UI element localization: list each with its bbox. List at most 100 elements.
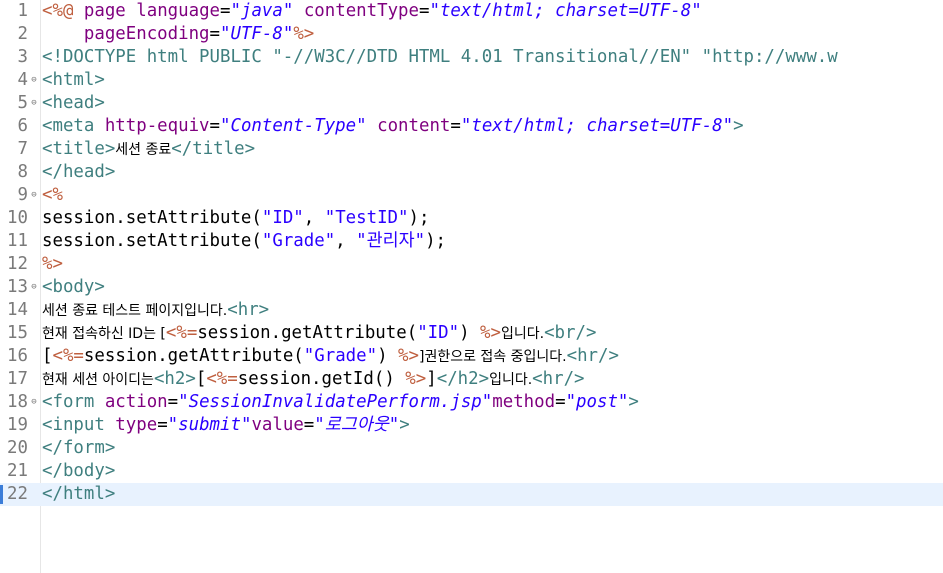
code-token: = <box>303 415 315 435</box>
code-area[interactable]: 1 <%@ page language="java" contentType="t… <box>0 0 943 506</box>
line-number: 8 <box>17 162 28 182</box>
code-token: <input <box>42 415 116 435</box>
code-line[interactable]: 14 세션 종료 테스트 페이지입니다.<hr> <box>0 299 943 322</box>
line-text: </head> <box>42 161 115 184</box>
code-token: 현재 세션 아이디는 <box>42 372 154 388</box>
fold-toggle-icon[interactable]: ⊖ <box>29 276 39 299</box>
code-line[interactable]: 10 session.setAttribute("ID", "TestID"); <box>0 207 943 230</box>
code-token: "ID" <box>417 323 460 343</box>
code-line[interactable]: 16 [<%=session.getAttribute("Grade") %>]권… <box>0 345 943 368</box>
code-line[interactable]: 12 %> <box>0 253 943 276</box>
line-number: 11 <box>7 231 28 251</box>
code-editor[interactable]: 1 <%@ page language="java" contentType="t… <box>0 0 943 573</box>
line-number: 21 <box>7 461 28 481</box>
code-token: <!DOCTYPE html PUBLIC "-//W3C//DTD HTML … <box>42 47 838 67</box>
fold-toggle-icon[interactable]: ⊖ <box>29 184 39 207</box>
line-text: </form> <box>42 437 115 460</box>
line-text: </html> <box>42 483 115 506</box>
code-token: <form <box>42 392 105 412</box>
line-number: 5 <box>17 93 28 113</box>
code-token: <h2> <box>153 369 196 389</box>
code-line[interactable]: 7 <title>세션 종료</title> <box>0 138 943 161</box>
code-token: type <box>115 415 158 435</box>
fold-toggle-icon[interactable]: ⊖ <box>29 92 39 115</box>
code-line[interactable]: 4 ⊖ <html> <box>0 69 943 92</box>
line-number: 17 <box>7 369 28 389</box>
code-line[interactable]: 20 </form> <box>0 437 943 460</box>
code-token: <html> <box>42 70 105 90</box>
code-token: ) <box>459 323 481 343</box>
code-token: ); <box>425 231 447 251</box>
code-token: session.getAttribute( <box>197 323 418 343</box>
code-token: "java" <box>230 1 294 21</box>
code-token: %> <box>42 254 63 274</box>
code-token: http-equiv <box>104 116 210 136</box>
code-token: 입니다. <box>500 326 545 342</box>
code-line[interactable]: 11 session.setAttribute("Grade", "관리자"); <box>0 230 943 253</box>
line-text: <%@ page language="java" contentType="te… <box>42 0 702 23</box>
line-text: </body> <box>42 460 115 483</box>
fold-toggle-icon[interactable]: ⊖ <box>29 391 39 414</box>
code-line[interactable]: 8 </head> <box>0 161 943 184</box>
code-line[interactable]: 3 <!DOCTYPE html PUBLIC "-//W3C//DTD HTML… <box>0 46 943 69</box>
line-number: 22 <box>7 484 28 504</box>
code-token: 세션 종료 테스트 페이지입니다. <box>42 303 228 319</box>
code-token: contentType <box>303 1 419 21</box>
line-number: 19 <box>7 415 28 435</box>
code-line[interactable]: 6 <meta http-equiv="Content-Type" content… <box>0 115 943 138</box>
code-line[interactable]: 9 ⊖ <% <box>0 184 943 207</box>
code-token: > <box>399 415 410 435</box>
code-line[interactable]: 13 ⊖ <body> <box>0 276 943 299</box>
code-line[interactable]: 19 <input type="submit"value="로그아웃"> <box>0 414 943 437</box>
code-token: 세션 종료 <box>115 142 172 158</box>
code-token: <hr/> <box>566 346 619 366</box>
line-number: 2 <box>17 24 28 44</box>
fold-toggle-icon[interactable]: ⊖ <box>29 69 39 92</box>
code-token: ] <box>426 369 437 389</box>
line-text: session.setAttribute("Grade", "관리자"); <box>42 230 446 253</box>
line-number: 18 <box>7 392 28 412</box>
code-line[interactable]: 21 </body> <box>0 460 943 483</box>
code-token: </title> <box>171 139 256 159</box>
line-number: 20 <box>7 438 28 458</box>
line-text: 현재 접속하신 ID는 [<%=session.getAttribute("ID… <box>42 322 596 346</box>
line-text: <title>세션 종료</title> <box>42 138 255 162</box>
code-token: "UTF-8" <box>220 24 294 44</box>
code-token: ]권한으로 접속 중입니다. <box>418 349 567 365</box>
code-token: <body> <box>42 277 105 297</box>
code-token: language <box>136 1 221 21</box>
code-token: <meta <box>42 116 105 136</box>
code-token: action <box>104 392 168 412</box>
line-number: 6 <box>17 116 28 136</box>
code-line[interactable]: 1 <%@ page language="java" contentType="t… <box>0 0 943 23</box>
line-text: <% <box>42 184 63 207</box>
code-token: </form> <box>42 438 116 458</box>
line-text: <form action="SessionInvalidatePerform.j… <box>42 391 639 414</box>
code-token: <hr/> <box>532 369 585 389</box>
code-token: 현재 접속하신 ID는 [ <box>42 326 166 342</box>
code-token: = <box>450 116 461 136</box>
line-text: <body> <box>42 276 105 299</box>
line-number: 13 <box>7 277 28 297</box>
code-token: value <box>251 415 304 435</box>
code-token: <%= <box>52 346 84 366</box>
code-line[interactable]: 15 현재 접속하신 ID는 [<%=session.getAttribute("… <box>0 322 943 345</box>
code-token: session.setAttribute( <box>42 208 262 228</box>
code-token: "Content-Type" <box>220 116 367 136</box>
code-token: = <box>167 392 179 412</box>
code-line[interactable]: 2 pageEncoding="UTF-8"%> <box>0 23 943 46</box>
code-line[interactable]: 22 </html> <box>0 483 943 506</box>
line-number: 15 <box>7 323 28 343</box>
code-token: , <box>335 231 357 251</box>
code-token: "Grade" <box>303 346 378 366</box>
code-line[interactable]: 17 현재 세션 아이디는<h2>[<%=session.getId() %>]<… <box>0 368 943 391</box>
line-number: 9 <box>17 185 28 205</box>
code-token: > <box>733 116 744 136</box>
code-line[interactable]: 5 ⊖ <head> <box>0 92 943 115</box>
code-token: <br/> <box>544 323 597 343</box>
code-token: method <box>492 392 556 412</box>
code-token: <%= <box>165 323 198 343</box>
code-line[interactable]: 18 ⊖ <form action="SessionInvalidatePerfor… <box>0 391 943 414</box>
code-token: session.setAttribute( <box>42 231 262 251</box>
